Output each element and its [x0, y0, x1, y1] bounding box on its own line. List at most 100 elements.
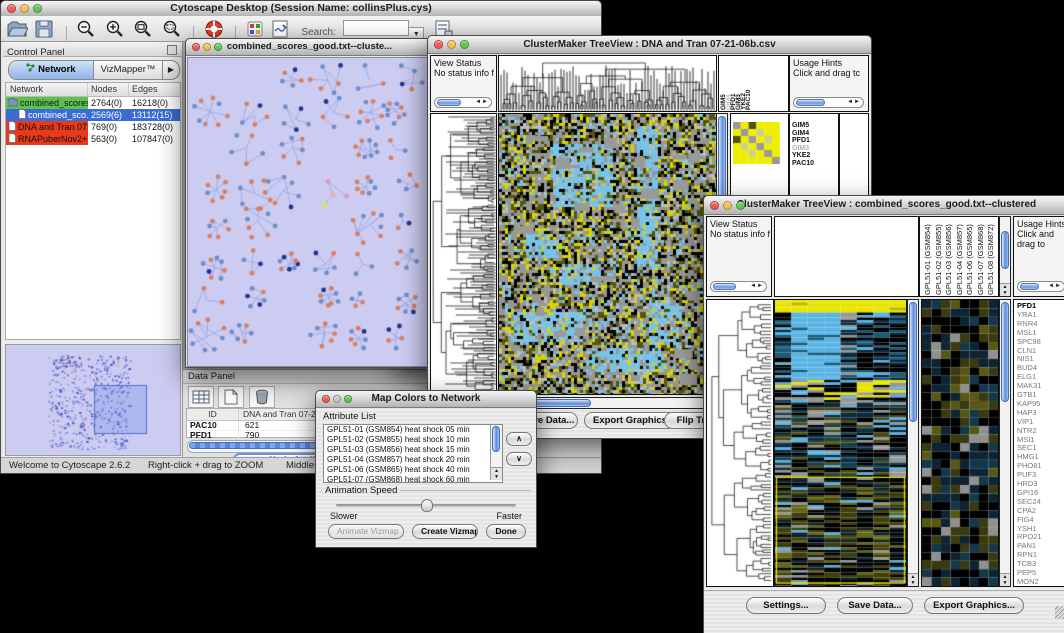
zoom-window-button[interactable] — [33, 4, 42, 13]
zoom-heatmap-canvas[interactable] — [922, 300, 998, 586]
column-label[interactable]: GPL51-04 (GSM857) — [955, 218, 965, 295]
network-name-cell[interactable]: combined_scores — [6, 97, 88, 109]
open-file-icon[interactable] — [6, 19, 28, 39]
view-status-scrollbar[interactable]: ◄► — [434, 97, 492, 108]
column-label[interactable]: GPL51-08 (GSM872) — [986, 218, 996, 295]
move-down-button[interactable]: ∨ — [506, 452, 532, 466]
network-table-row[interactable]: DNA and Tran 07...769(0)183728(0) — [6, 121, 180, 133]
gene-label[interactable]: NIS1 — [1017, 354, 1034, 363]
attribute-list-item[interactable]: GPL51-01 (GSM854) heat shock 05 min — [324, 425, 488, 435]
create-vizmap-button[interactable]: Create Vizmap — [412, 524, 478, 539]
animate-vizmap-button[interactable]: Animate Vizmap — [328, 524, 404, 539]
col-header-edges[interactable]: Edges — [129, 83, 180, 96]
resize-grip[interactable] — [1055, 606, 1064, 619]
gene-label[interactable]: RNR4 — [1017, 319, 1037, 328]
attribute-list-item[interactable]: GPL51-06 (GSM865) heat shock 40 min — [324, 465, 488, 475]
scroll-arrows-icon[interactable]: ▲▼ — [1000, 283, 1010, 296]
scroll-arrows-icon[interactable]: ◄► — [750, 282, 764, 291]
gene-label[interactable]: ELG1 — [1017, 372, 1036, 381]
attribute-list-item[interactable]: GPL51-03 (GSM856) heat shock 15 min — [324, 445, 488, 455]
network-name-cell[interactable]: DNA and Tran 07... — [6, 121, 88, 133]
minimize-button[interactable] — [203, 43, 211, 51]
gene-label[interactable]: SPC98 — [1017, 337, 1041, 346]
close-button[interactable] — [192, 43, 200, 51]
gene-label[interactable]: GTB1 — [1017, 390, 1037, 399]
network-table-row[interactable]: combined_scores2764(0)16218(0) — [6, 97, 180, 109]
close-button[interactable] — [7, 4, 16, 13]
attribute-list-item[interactable]: GPL51-02 (GSM855) heat shock 10 min — [324, 435, 488, 445]
gene-label[interactable]: SEC24 — [1017, 497, 1041, 506]
attribute-list-item[interactable]: GPL51-04 (GSM857) heat shock 20 min — [324, 455, 488, 465]
minimize-button[interactable] — [447, 40, 456, 49]
gene-label[interactable]: MSL1 — [1017, 328, 1037, 337]
zoom-window-button[interactable] — [736, 201, 745, 210]
column-labels-vscrollbar[interactable]: ▲▼ — [999, 216, 1011, 297]
gene-label[interactable]: MSI1 — [1017, 435, 1035, 444]
network-name-cell[interactable]: combined_sco... — [6, 109, 88, 121]
tab-network[interactable]: Network — [9, 61, 94, 79]
map-dialog-titlebar[interactable]: Map Colors to Network — [316, 391, 536, 408]
zoom-fit-icon[interactable] — [133, 19, 155, 39]
row-dendrogram-canvas[interactable] — [431, 114, 496, 394]
search-input[interactable] — [343, 20, 409, 36]
column-label[interactable]: GPL51-07 (GSM868) — [976, 218, 986, 295]
gene-label[interactable]: MON2 — [1017, 577, 1039, 586]
treeview-dna-titlebar[interactable]: ClusterMaker TreeView : DNA and Tran 07-… — [428, 36, 871, 54]
gene-label[interactable]: SEC1 — [1017, 443, 1037, 452]
usage-hints-scrollbar[interactable]: ◄► — [1017, 281, 1064, 292]
gene-label[interactable]: PFD1 — [792, 137, 810, 144]
zoom-out-icon[interactable] — [76, 19, 98, 39]
settings-button[interactable]: Settings... — [746, 597, 826, 614]
network-name-cell[interactable]: RNAPuberNov2+... — [6, 133, 88, 145]
gene-label[interactable]: PUF3 — [1017, 470, 1036, 479]
zoom-heatmap-vscrollbar[interactable]: ▲▼ — [999, 299, 1011, 587]
selected-cluster-heatmap-canvas[interactable] — [733, 122, 780, 164]
column-label[interactable]: GPL51-06 (GSM865) — [965, 218, 975, 295]
attribute-listbox[interactable]: GPL51-01 (GSM854) heat shock 05 minGPL51… — [323, 424, 503, 483]
row-dendrogram-canvas[interactable] — [707, 300, 773, 586]
attribute-list-item[interactable]: GPL51-07 (GSM868) heat shock 60 min — [324, 475, 488, 483]
gene-label[interactable]: GIM4 — [792, 130, 809, 137]
close-button[interactable] — [710, 201, 719, 210]
close-button[interactable] — [322, 395, 330, 403]
scroll-arrows-icon[interactable]: ▲▼ — [1000, 573, 1010, 586]
network-table-row[interactable]: RNAPuberNov2+...563(0)107847(0) — [6, 133, 180, 145]
gene-label[interactable]: PHO81 — [1017, 461, 1042, 470]
gene-label[interactable]: RPN1 — [1017, 550, 1037, 559]
scroll-arrows-icon[interactable]: ◄► — [475, 98, 489, 107]
attribute-select-icon[interactable] — [188, 386, 214, 408]
column-label[interactable]: GPL51-02 (GSM855) — [934, 218, 944, 295]
gene-label[interactable]: GIM5 — [792, 122, 809, 129]
vizmapper-icon[interactable] — [246, 19, 264, 39]
gene-label[interactable]: HRD3 — [1017, 479, 1037, 488]
scroll-arrows-icon[interactable]: ▲▼ — [908, 573, 918, 586]
move-up-button[interactable]: ∧ — [506, 432, 532, 446]
gene-label[interactable]: MAK31 — [1017, 381, 1042, 390]
gene-label[interactable]: CPA2 — [1017, 506, 1036, 515]
network-table-row[interactable]: combined_sco...2569(6)13112(15) — [6, 109, 180, 121]
minimize-button[interactable] — [333, 395, 341, 403]
column-label[interactable]: PAC10 — [746, 58, 751, 110]
network-window-titlebar[interactable]: combined_scores_good.txt--cluste... — [186, 39, 433, 56]
gene-label[interactable]: FIG4 — [1017, 515, 1034, 524]
gene-label[interactable]: YSH1 — [1017, 524, 1037, 533]
data-col-id[interactable]: ID — [187, 409, 239, 420]
tab-overflow-arrow[interactable]: ▶ — [163, 61, 179, 79]
zoom-in-icon[interactable] — [105, 19, 127, 39]
gene-label[interactable]: PAC10 — [792, 160, 814, 167]
scroll-arrows-icon[interactable]: ◄► — [1048, 282, 1062, 291]
minimize-button[interactable] — [20, 4, 29, 13]
column-label[interactable]: GPL51-03 (GSM856) — [944, 218, 954, 295]
gene-label[interactable]: CLN1 — [1017, 346, 1036, 355]
close-button[interactable] — [434, 40, 443, 49]
heatmap-canvas[interactable] — [775, 300, 906, 586]
annotation-icon[interactable] — [270, 19, 290, 39]
birdseye-canvas[interactable] — [6, 345, 180, 455]
delete-attribute-icon[interactable] — [249, 386, 275, 408]
column-dendrogram-canvas[interactable] — [499, 56, 716, 111]
heatmap-vscrollbar[interactable]: ▲▼ — [907, 299, 919, 587]
gene-label[interactable]: TCB3 — [1017, 559, 1036, 568]
gene-label[interactable]: YRA1 — [1017, 310, 1037, 319]
save-data-button[interactable]: Save Data... — [837, 597, 913, 614]
gene-label[interactable]: GIM3 — [792, 145, 809, 152]
